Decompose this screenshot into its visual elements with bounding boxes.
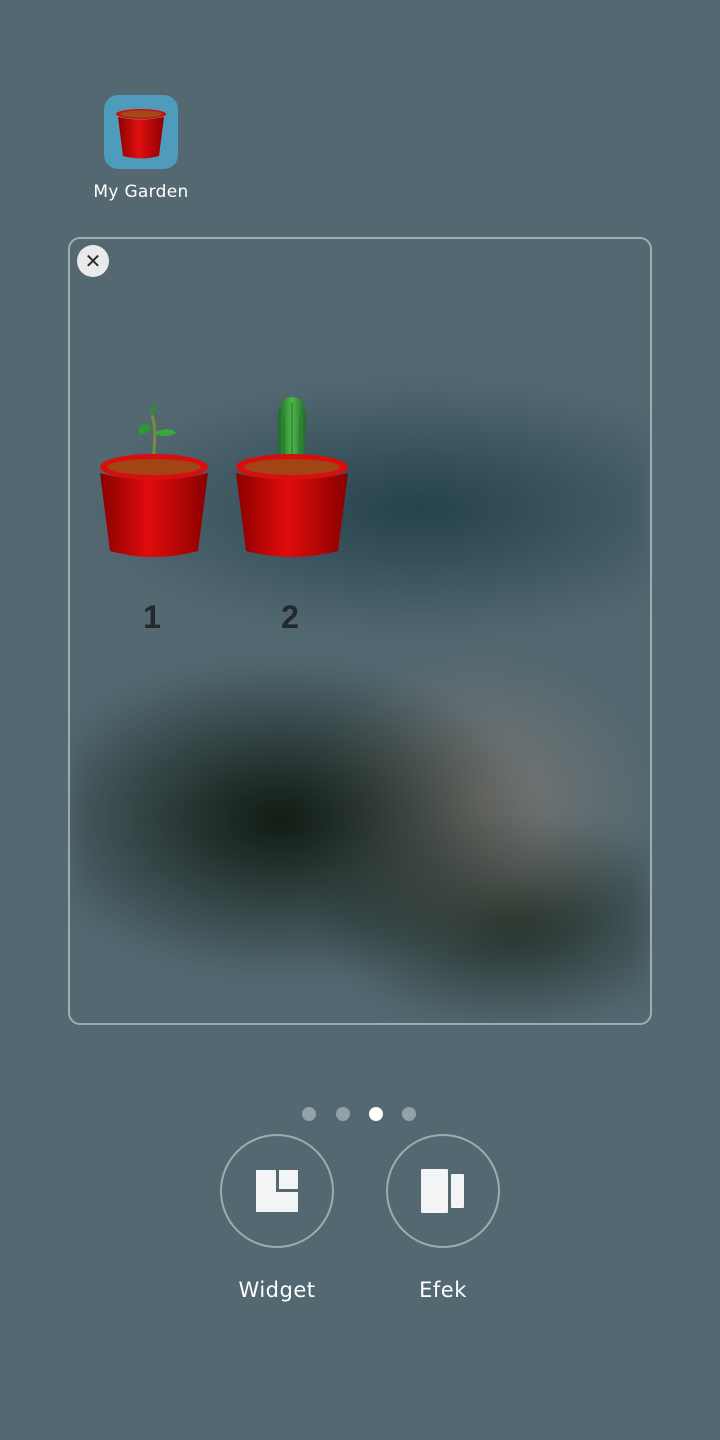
- pot-number-2: 2: [281, 599, 299, 635]
- effects-button-circle[interactable]: [386, 1134, 500, 1248]
- app-label: My Garden: [93, 182, 189, 202]
- flower-pot-icon[interactable]: [104, 95, 178, 169]
- page-indicator: [302, 1107, 418, 1121]
- pot-number-1: 1: [143, 599, 161, 635]
- page-dot-3-active[interactable]: [369, 1107, 383, 1121]
- page-dot-2[interactable]: [336, 1107, 350, 1121]
- plant-pot-1[interactable]: [84, 397, 224, 567]
- effects-button-label: Efek: [419, 1278, 467, 1302]
- page-dot-1[interactable]: [302, 1107, 316, 1121]
- close-icon[interactable]: ✕: [77, 245, 109, 277]
- widget-icon: [256, 1170, 298, 1212]
- widget-button-label: Widget: [238, 1278, 316, 1302]
- page-dot-4[interactable]: [402, 1107, 416, 1121]
- effects-icon: [421, 1169, 464, 1213]
- effects-button[interactable]: Efek: [386, 1134, 500, 1302]
- garden-widget[interactable]: ✕ 1 2: [68, 237, 652, 1025]
- plant-pot-2[interactable]: [222, 397, 362, 567]
- widget-button-circle[interactable]: [220, 1134, 334, 1248]
- widget-button[interactable]: Widget: [220, 1134, 334, 1302]
